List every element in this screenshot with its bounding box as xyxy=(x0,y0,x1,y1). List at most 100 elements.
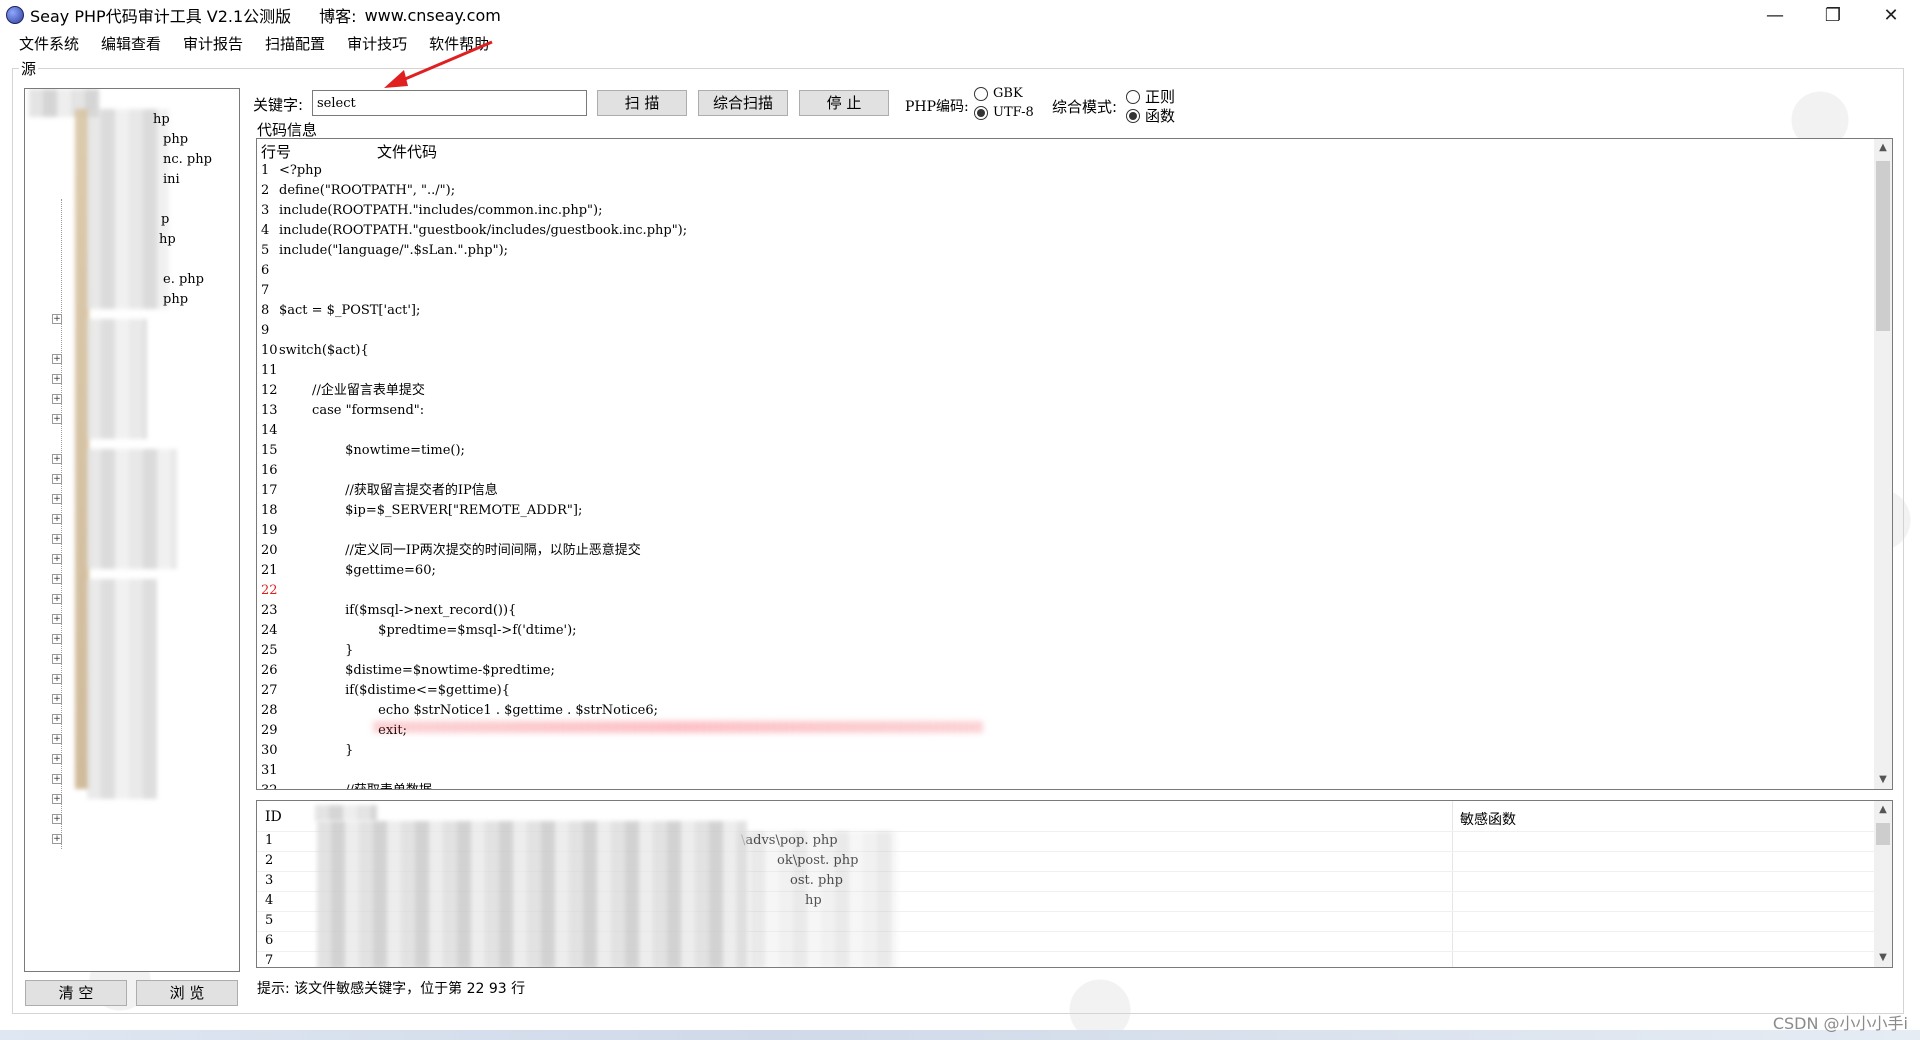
full-scan-button[interactable]: 综合扫描 xyxy=(698,90,788,116)
line-code: $distime=$nowtime-$predtime; xyxy=(279,663,555,678)
tree-item[interactable]: nc. php xyxy=(25,150,239,170)
expand-icon[interactable]: + xyxy=(52,694,62,704)
line-number: 4 xyxy=(261,223,270,238)
results-table[interactable]: ID 敏感函数 1 \advs\pop. php 2 ok\post. php 3 ost… xyxy=(256,800,1893,968)
radio-icon[interactable] xyxy=(974,86,988,101)
tree-item[interactable]: hp xyxy=(25,230,239,250)
expand-icon[interactable]: + xyxy=(52,614,62,624)
line-code: //定义同一IP两次提交的时间间隔，以防止恶意提交 xyxy=(279,543,641,558)
expand-icon[interactable]: + xyxy=(52,494,62,504)
radio-selected-icon[interactable] xyxy=(974,105,988,120)
scroll-thumb[interactable] xyxy=(1876,161,1890,331)
line-number: 19 xyxy=(261,523,278,538)
code-line: 3 include(ROOTPATH."includes/common.inc.p… xyxy=(261,201,602,221)
line-code: if($distime<=$gettime){ xyxy=(279,683,511,698)
code-line: 16 xyxy=(261,461,279,481)
line-code: include("language/".$sLan.".php"); xyxy=(279,243,509,258)
line-number: 7 xyxy=(261,283,270,298)
line-number: 28 xyxy=(261,703,278,718)
scroll-thumb[interactable] xyxy=(1876,823,1890,845)
results-scrollbar[interactable]: ▲ ▼ xyxy=(1874,801,1892,967)
expand-icon[interactable]: + xyxy=(52,834,62,844)
scroll-up-icon[interactable]: ▲ xyxy=(1874,139,1892,157)
radio-selected-icon[interactable] xyxy=(1126,108,1140,123)
expand-icon[interactable]: + xyxy=(52,314,62,324)
expand-icon[interactable]: + xyxy=(52,374,62,384)
line-number: 31 xyxy=(261,763,278,778)
expand-icon[interactable]: + xyxy=(52,734,62,744)
code-line: 12 //企业留言表单提交 xyxy=(261,381,425,401)
app-logo-icon xyxy=(6,6,24,24)
radio-icon[interactable] xyxy=(1126,89,1140,104)
line-number: 9 xyxy=(261,323,270,338)
expand-icon[interactable]: + xyxy=(52,414,62,424)
tree-item[interactable]: e. php xyxy=(25,270,239,290)
file-tree[interactable]: hp php nc. php ini p hp e. php php + + +… xyxy=(24,88,240,972)
scan-button[interactable]: 扫 描 xyxy=(597,90,687,116)
expand-icon[interactable]: + xyxy=(52,354,62,364)
expand-icon[interactable]: + xyxy=(52,814,62,824)
menu-file-system[interactable]: 文件系统 xyxy=(8,32,90,56)
line-number: 26 xyxy=(261,663,278,678)
expand-icon[interactable]: + xyxy=(52,534,62,544)
mode-regex-radio[interactable]: 正则 xyxy=(1126,86,1175,107)
expand-icon[interactable]: + xyxy=(52,474,62,484)
scroll-up-icon[interactable]: ▲ xyxy=(1874,801,1892,819)
tree-item[interactable]: p xyxy=(25,210,239,230)
expand-icon[interactable]: + xyxy=(52,794,62,804)
line-number: 14 xyxy=(261,423,278,438)
code-line: 19 xyxy=(261,521,279,541)
expand-icon[interactable]: + xyxy=(52,554,62,564)
code-scrollbar[interactable]: ▲ ▼ xyxy=(1874,139,1892,789)
code-line: 26 $distime=$nowtime-$predtime; xyxy=(261,661,555,681)
line-number: 16 xyxy=(261,463,278,478)
tree-item[interactable]: ini xyxy=(25,170,239,190)
scroll-down-icon[interactable]: ▼ xyxy=(1874,949,1892,967)
code-line: 23 if($msql->next_record()){ xyxy=(261,601,516,621)
line-number: 24 xyxy=(261,623,278,638)
line-number: 3 xyxy=(261,203,270,218)
expand-icon[interactable]: + xyxy=(52,514,62,524)
tree-item[interactable]: php xyxy=(25,130,239,150)
expand-icon[interactable]: + xyxy=(52,454,62,464)
row-id: 6 xyxy=(265,933,274,948)
expand-icon[interactable]: + xyxy=(52,594,62,604)
expand-icon[interactable]: + xyxy=(52,574,62,584)
line-code: } xyxy=(279,643,354,658)
line-code: echo $strNotice1 . $gettime . $strNotice… xyxy=(279,703,658,718)
encoding-gbk-radio[interactable]: GBK xyxy=(974,86,1023,101)
code-line: 5 include("language/".$sLan.".php"); xyxy=(261,241,508,261)
encoding-utf8-radio[interactable]: UTF-8 xyxy=(974,105,1034,120)
stop-button[interactable]: 停 止 xyxy=(799,90,889,116)
menu-audit-report[interactable]: 审计报告 xyxy=(172,32,254,56)
expand-icon[interactable]: + xyxy=(52,674,62,684)
scroll-down-icon[interactable]: ▼ xyxy=(1874,771,1892,789)
restore-button[interactable]: ❐ xyxy=(1804,0,1862,30)
tree-item[interactable]: hp xyxy=(25,110,239,130)
close-button[interactable]: ✕ xyxy=(1862,0,1920,30)
expand-icon[interactable]: + xyxy=(52,754,62,764)
blog-label: 博客: xyxy=(319,7,357,26)
results-function-header: 敏感函数 xyxy=(1460,812,1516,828)
menu-edit-view[interactable]: 编辑查看 xyxy=(90,32,172,56)
file-code-header: 文件代码 xyxy=(377,143,438,161)
line-code: if($msql->next_record()){ xyxy=(279,603,517,618)
minimize-button[interactable]: — xyxy=(1746,0,1804,30)
results-id-header: ID xyxy=(265,809,282,825)
row-id: 4 xyxy=(265,893,274,908)
clear-button[interactable]: 清 空 xyxy=(25,980,127,1006)
code-viewer[interactable]: 行号 文件代码 1 <?php 2 define("ROOTPATH", "../")… xyxy=(256,138,1893,790)
mode-function-radio[interactable]: 函数 xyxy=(1126,105,1175,126)
line-number: 13 xyxy=(261,403,278,418)
tree-item[interactable]: php xyxy=(25,290,239,310)
expand-icon[interactable]: + xyxy=(52,634,62,644)
expand-icon[interactable]: + xyxy=(52,654,62,664)
menu-scan-config[interactable]: 扫描配置 xyxy=(254,32,336,56)
expand-icon[interactable]: + xyxy=(52,774,62,784)
column-divider xyxy=(1452,801,1453,967)
line-code: include(ROOTPATH."includes/common.inc.ph… xyxy=(279,203,603,218)
line-code: define("ROOTPATH", "../"); xyxy=(279,183,456,198)
expand-icon[interactable]: + xyxy=(52,394,62,404)
browse-button[interactable]: 浏 览 xyxy=(136,980,238,1006)
expand-icon[interactable]: + xyxy=(52,714,62,724)
